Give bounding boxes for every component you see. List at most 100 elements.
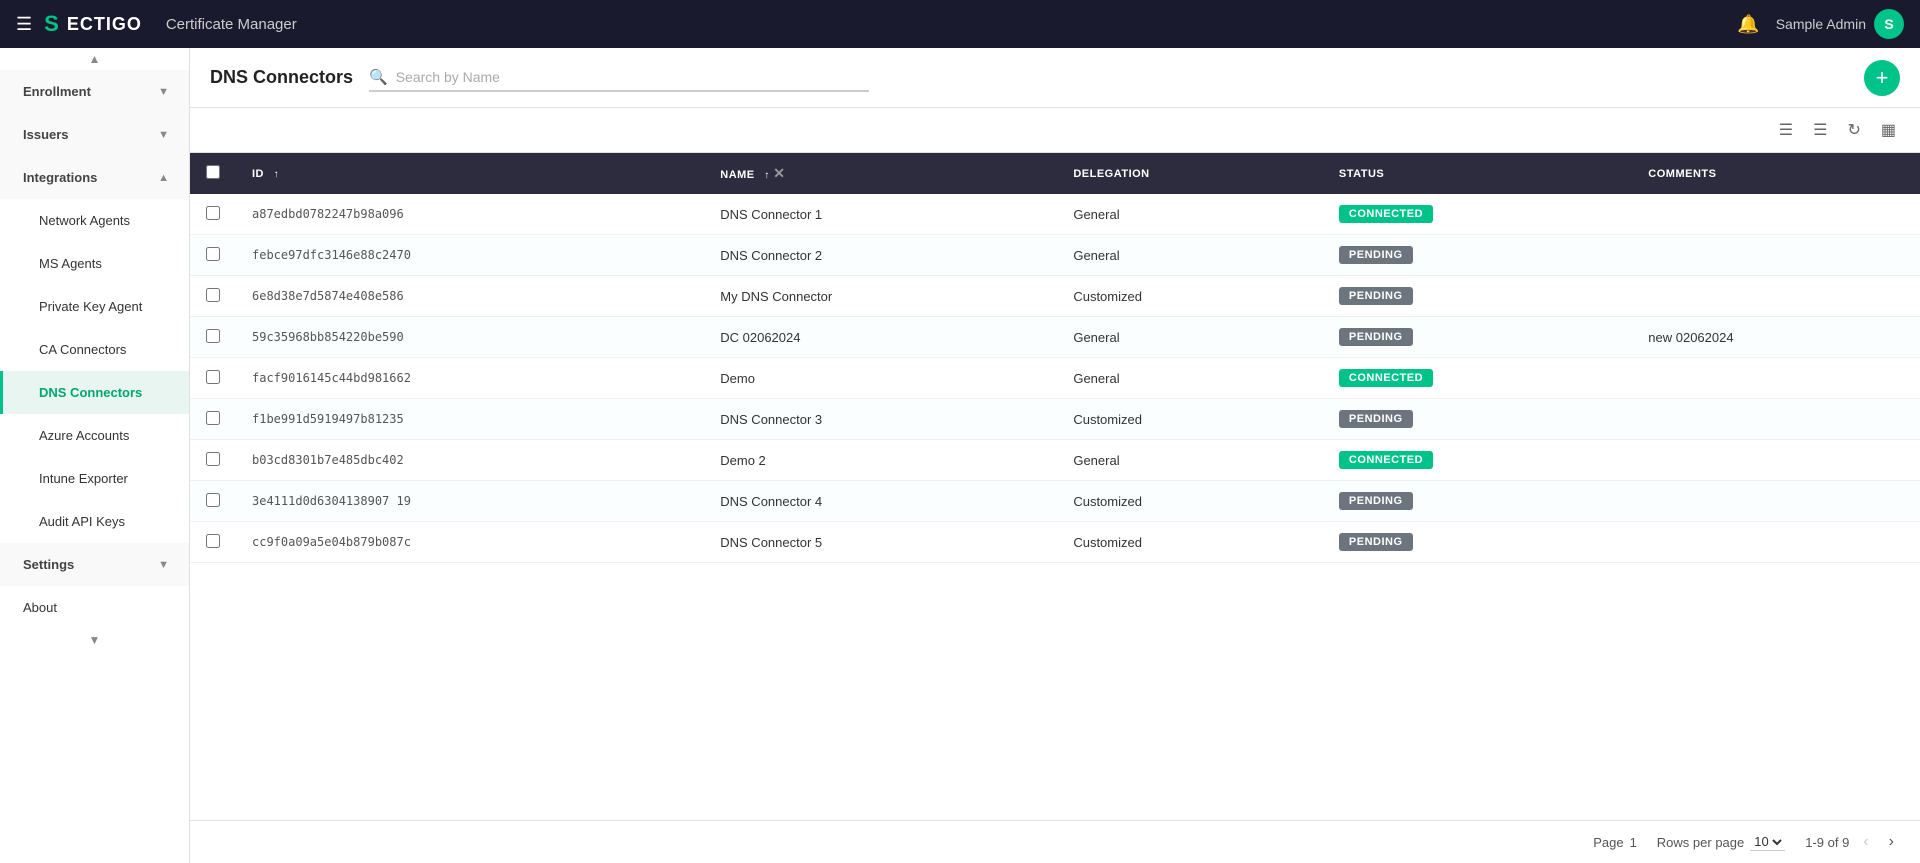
- status-badge: PENDING: [1339, 287, 1413, 305]
- row-delegation: General: [1057, 317, 1323, 358]
- sidebar-scroll-up[interactable]: ▲: [0, 48, 189, 70]
- table-row: 3e4111d0d6304138907 19 DNS Connector 4 C…: [190, 481, 1920, 522]
- row-comments: [1632, 522, 1920, 563]
- row-comments: [1632, 358, 1920, 399]
- status-badge: PENDING: [1339, 246, 1413, 264]
- row-delegation: General: [1057, 194, 1323, 235]
- user-menu[interactable]: Sample Admin S: [1776, 9, 1904, 39]
- status-badge: PENDING: [1339, 410, 1413, 428]
- list-view-icon[interactable]: ☰: [1809, 116, 1831, 144]
- footer: Page 1 Rows per page 10 25 50 1-9 of 9 ‹…: [190, 820, 1920, 863]
- prev-page-button[interactable]: ‹: [1857, 831, 1874, 853]
- row-checkbox-cell: [190, 358, 236, 399]
- page-title: DNS Connectors: [210, 67, 353, 88]
- user-name: Sample Admin: [1776, 16, 1866, 32]
- row-id: 3e4111d0d6304138907 19: [236, 481, 704, 522]
- row-comments: [1632, 276, 1920, 317]
- row-delegation: Customized: [1057, 481, 1323, 522]
- row-checkbox-5[interactable]: [206, 411, 220, 425]
- row-comments: [1632, 440, 1920, 481]
- sidebar-label-azure-accounts: Azure Accounts: [39, 428, 129, 443]
- topbar-right: 🔔 Sample Admin S: [1737, 9, 1904, 39]
- sidebar-label-intune-exporter: Intune Exporter: [39, 471, 128, 486]
- sidebar-item-enrollment[interactable]: Enrollment▼: [0, 70, 189, 113]
- row-status: CONNECTED: [1323, 440, 1632, 481]
- chevron-icon-issuers: ▼: [158, 129, 169, 141]
- header-delegation: DELEGATION: [1057, 153, 1323, 194]
- status-badge: PENDING: [1339, 533, 1413, 551]
- status-badge: CONNECTED: [1339, 369, 1433, 387]
- search-input[interactable]: [396, 69, 869, 85]
- chevron-icon-settings: ▼: [158, 559, 169, 571]
- header-name[interactable]: NAME ↑ ✕: [704, 153, 1057, 194]
- row-checkbox-6[interactable]: [206, 452, 220, 466]
- row-id: 6e8d38e7d5874e408e586: [236, 276, 704, 317]
- row-name: Demo 2: [704, 440, 1057, 481]
- table-row: b03cd8301b7e485dbc402 Demo 2 General CON…: [190, 440, 1920, 481]
- row-status: PENDING: [1323, 399, 1632, 440]
- next-page-button[interactable]: ›: [1883, 831, 1900, 853]
- row-comments: [1632, 399, 1920, 440]
- sidebar-item-settings[interactable]: Settings ▼: [0, 543, 189, 586]
- sidebar-item-network-agents[interactable]: Network Agents: [0, 199, 189, 242]
- row-id: f1be991d5919497b81235: [236, 399, 704, 440]
- main-content: DNS Connectors 🔍 + ☰ ☰ ↻ ▦: [190, 48, 1920, 863]
- row-id: febce97dfc3146e88c2470: [236, 235, 704, 276]
- hamburger-icon[interactable]: ☰: [16, 14, 32, 35]
- sidebar-item-ca-connectors[interactable]: CA Connectors: [0, 328, 189, 371]
- sidebar-item-private-key-agent[interactable]: Private Key Agent: [0, 285, 189, 328]
- footer-rows-per-page: Rows per page 10 25 50: [1657, 833, 1785, 851]
- row-checkbox-8[interactable]: [206, 534, 220, 548]
- sidebar-item-dns-connectors[interactable]: DNS Connectors: [0, 371, 189, 414]
- row-id: b03cd8301b7e485dbc402: [236, 440, 704, 481]
- sidebar-scroll-down[interactable]: ▼: [0, 629, 189, 651]
- table-header-row: ID ↑ NAME ↑ ✕ DELEGATION STATUS COMMENTS: [190, 153, 1920, 194]
- notification-bell-icon[interactable]: 🔔: [1737, 14, 1759, 35]
- logo-icon: S: [44, 11, 59, 37]
- refresh-icon[interactable]: ↻: [1843, 116, 1864, 144]
- sidebar-item-integrations[interactable]: Integrations▲: [0, 156, 189, 199]
- row-checkbox-cell: [190, 399, 236, 440]
- row-checkbox-2[interactable]: [206, 288, 220, 302]
- row-comments: new 02062024: [1632, 317, 1920, 358]
- row-delegation: General: [1057, 440, 1323, 481]
- row-status: PENDING: [1323, 522, 1632, 563]
- sidebar-item-ms-agents[interactable]: MS Agents: [0, 242, 189, 285]
- sidebar-item-issuers[interactable]: Issuers▼: [0, 113, 189, 156]
- filter-icon[interactable]: ☰: [1775, 116, 1797, 144]
- row-name: DC 02062024: [704, 317, 1057, 358]
- chevron-icon-enrollment: ▼: [158, 86, 169, 98]
- columns-icon[interactable]: ▦: [1877, 116, 1900, 144]
- sidebar-label-settings: Settings: [23, 557, 74, 572]
- sidebar-item-audit-api-keys[interactable]: Audit API Keys: [0, 500, 189, 543]
- toolbar: ☰ ☰ ↻ ▦: [190, 108, 1920, 153]
- status-badge: PENDING: [1339, 492, 1413, 510]
- row-checkbox-cell: [190, 440, 236, 481]
- avatar: S: [1874, 9, 1904, 39]
- row-checkbox-3[interactable]: [206, 329, 220, 343]
- header-comments: COMMENTS: [1632, 153, 1920, 194]
- row-name: DNS Connector 4: [704, 481, 1057, 522]
- row-checkbox-cell: [190, 235, 236, 276]
- sidebar-item-about[interactable]: About: [0, 586, 189, 629]
- sidebar-label-audit-api-keys: Audit API Keys: [39, 514, 125, 529]
- header-id[interactable]: ID ↑: [236, 153, 704, 194]
- search-icon: 🔍: [369, 68, 388, 86]
- row-id: 59c35968bb854220be590: [236, 317, 704, 358]
- page-header: DNS Connectors 🔍 +: [190, 48, 1920, 108]
- add-button[interactable]: +: [1864, 60, 1900, 96]
- topbar: ☰ S ECTIGO Certificate Manager 🔔 Sample …: [0, 0, 1920, 48]
- sidebar-label-dns-connectors: DNS Connectors: [39, 385, 142, 400]
- row-checkbox-1[interactable]: [206, 247, 220, 261]
- sidebar-label-ca-connectors: CA Connectors: [39, 342, 126, 357]
- row-checkbox-7[interactable]: [206, 493, 220, 507]
- sidebar-label-network-agents: Network Agents: [39, 213, 130, 228]
- row-checkbox-0[interactable]: [206, 206, 220, 220]
- header-actions: +: [1864, 60, 1900, 96]
- rows-per-page-select[interactable]: 10 25 50: [1750, 833, 1785, 851]
- sidebar-item-intune-exporter[interactable]: Intune Exporter: [0, 457, 189, 500]
- select-all-checkbox[interactable]: [206, 165, 220, 179]
- row-delegation: General: [1057, 358, 1323, 399]
- sidebar-item-azure-accounts[interactable]: Azure Accounts: [0, 414, 189, 457]
- row-checkbox-4[interactable]: [206, 370, 220, 384]
